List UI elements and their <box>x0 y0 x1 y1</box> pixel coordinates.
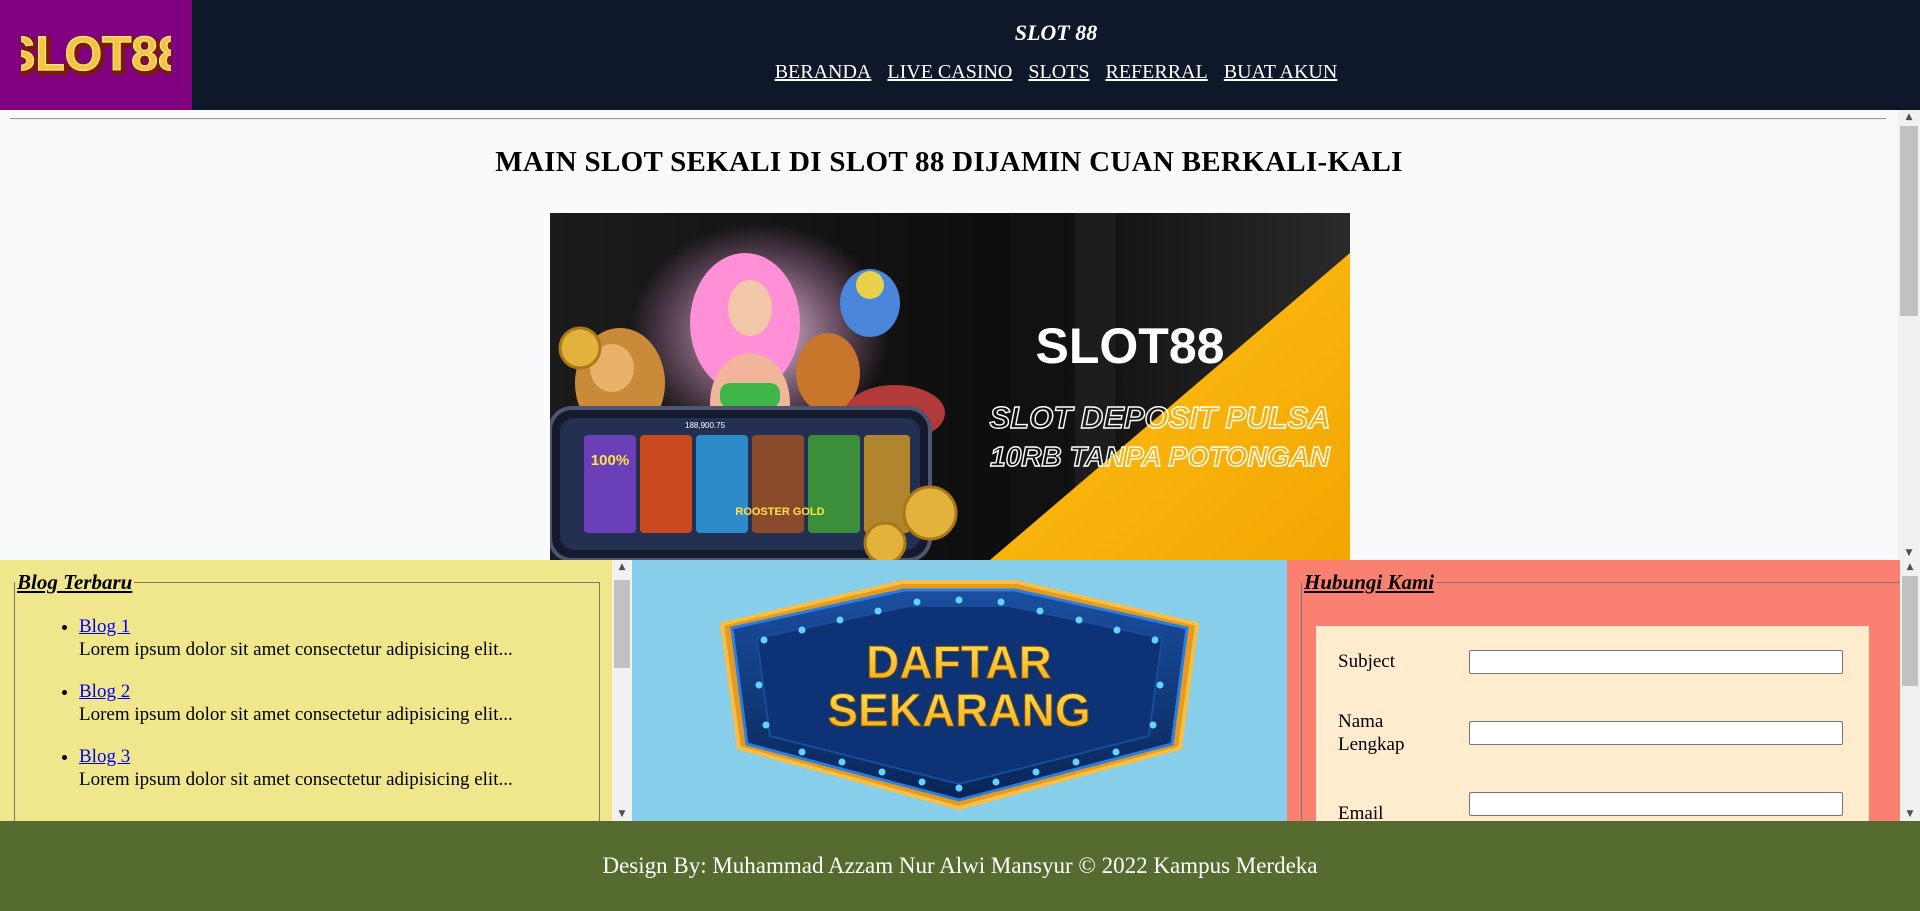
contact-legend: Hubungi Kami <box>1304 570 1435 594</box>
main-scrollbar[interactable]: ▲ ▼ <box>1898 110 1920 560</box>
banner-brand: SLOT88 <box>1036 318 1225 374</box>
main-content-frame: MAIN SLOT SEKALI DI SLOT 88 DIJAMIN CUAN… <box>0 110 1920 560</box>
scroll-up-arrow-icon[interactable]: ▲ <box>1898 110 1920 124</box>
blog-link-1[interactable]: Blog 1 <box>79 616 130 637</box>
blog-excerpt: Lorem ipsum dolor sit amet consectetur a… <box>79 704 513 725</box>
main-nav: BERANDA LIVE CASINO SLOTS REFERRAL BUAT … <box>192 61 1920 84</box>
svg-text:SLOT88: SLOT88 <box>21 28 171 81</box>
page-headline: MAIN SLOT SEKALI DI SLOT 88 DIJAMIN CUAN… <box>495 146 1403 178</box>
nav-link-buat-akun[interactable]: BUAT AKUN <box>1224 61 1338 83</box>
promo-banner: 100% ROOSTER GOLD 188,900.75 SLOT88 SLOT… <box>550 213 1350 560</box>
site-footer: Design By: Muhammad Azzam Nur Alwi Mansy… <box>0 821 1920 911</box>
site-header: SLOT88 SLOT88 SLOT 88 BERANDA LIVE CASIN… <box>0 0 1920 110</box>
signup-panel: DAFTAR SEKARANG <box>632 560 1287 821</box>
scroll-thumb[interactable] <box>1900 126 1918 316</box>
blog-item: Blog 3 Lorem ipsum dolor sit amet consec… <box>79 745 599 791</box>
blog-fieldset: Blog Terbaru Blog 1 Lorem ipsum dolor si… <box>14 570 600 821</box>
nav-link-beranda[interactable]: BERANDA <box>775 61 872 83</box>
blog-link-2[interactable]: Blog 2 <box>79 681 130 702</box>
slot88-logo-icon: SLOT88 SLOT88 <box>21 27 171 86</box>
promo-banner-image: 100% ROOSTER GOLD 188,900.75 SLOT88 SLOT… <box>550 213 1350 560</box>
blog-panel: Blog Terbaru Blog 1 Lorem ipsum dolor si… <box>0 560 632 821</box>
blog-excerpt: Lorem ipsum dolor sit amet consectetur a… <box>79 639 513 660</box>
subject-label: Subject <box>1338 651 1395 672</box>
contact-panel: Hubungi Kami Subject Nama Lengkap Email … <box>1287 560 1920 821</box>
footer-credit: Design By: Muhammad Azzam Nur Alwi Mansy… <box>602 853 1318 878</box>
site-logo[interactable]: SLOT88 SLOT88 <box>0 0 192 110</box>
subject-input[interactable] <box>1469 650 1843 674</box>
blog-item: Blog 1 Lorem ipsum dolor sit amet consec… <box>79 615 599 661</box>
signup-line-1: DAFTAR <box>866 636 1052 688</box>
scroll-down-arrow-icon[interactable]: ▼ <box>1900 807 1920 821</box>
email-label: Email <box>1338 803 1384 821</box>
scroll-thumb[interactable] <box>1902 576 1918 686</box>
scroll-up-arrow-icon[interactable]: ▲ <box>1900 560 1920 574</box>
blog-link-3[interactable]: Blog 3 <box>79 746 130 767</box>
svg-text:10RB TANPA POTONGAN: 10RB TANPA POTONGAN <box>990 441 1330 472</box>
nav-link-live-casino[interactable]: LIVE CASINO <box>887 61 1012 83</box>
blog-scrollbar[interactable]: ▲ ▼ <box>612 560 632 821</box>
blog-excerpt: Lorem ipsum dolor sit amet consectetur a… <box>79 769 513 790</box>
signup-line-2: SEKARANG <box>827 684 1090 736</box>
site-title: SLOT 88 <box>1014 20 1098 45</box>
svg-text:188,900.75: 188,900.75 <box>685 421 726 430</box>
nav-link-referral[interactable]: REFERRAL <box>1106 61 1208 83</box>
blog-item: Blog 2 Lorem ipsum dolor sit amet consec… <box>79 680 599 726</box>
scroll-up-arrow-icon[interactable]: ▲ <box>612 560 632 574</box>
scroll-down-arrow-icon[interactable]: ▼ <box>612 807 632 821</box>
nav-link-slots[interactable]: SLOTS <box>1028 61 1089 83</box>
divider <box>10 118 1886 120</box>
scroll-thumb[interactable] <box>614 580 630 668</box>
svg-text:ROOSTER GOLD: ROOSTER GOLD <box>735 506 824 518</box>
email-input[interactable] <box>1469 792 1843 816</box>
name-input[interactable] <box>1469 721 1843 745</box>
scroll-down-arrow-icon[interactable]: ▼ <box>1898 546 1920 560</box>
contact-scrollbar[interactable]: ▲ ▼ <box>1900 560 1920 821</box>
blog-list: Blog 1 Lorem ipsum dolor sit amet consec… <box>15 615 599 791</box>
svg-text:100%: 100% <box>591 452 629 469</box>
contact-form: Subject Nama Lengkap Email <box>1316 626 1869 821</box>
svg-text:SLOT DEPOSIT PULSA: SLOT DEPOSIT PULSA <box>989 400 1330 435</box>
daftar-sekarang-button[interactable]: DAFTAR SEKARANG <box>632 560 1287 821</box>
name-label: Nama Lengkap <box>1338 711 1405 755</box>
blog-legend: Blog Terbaru <box>17 570 133 594</box>
